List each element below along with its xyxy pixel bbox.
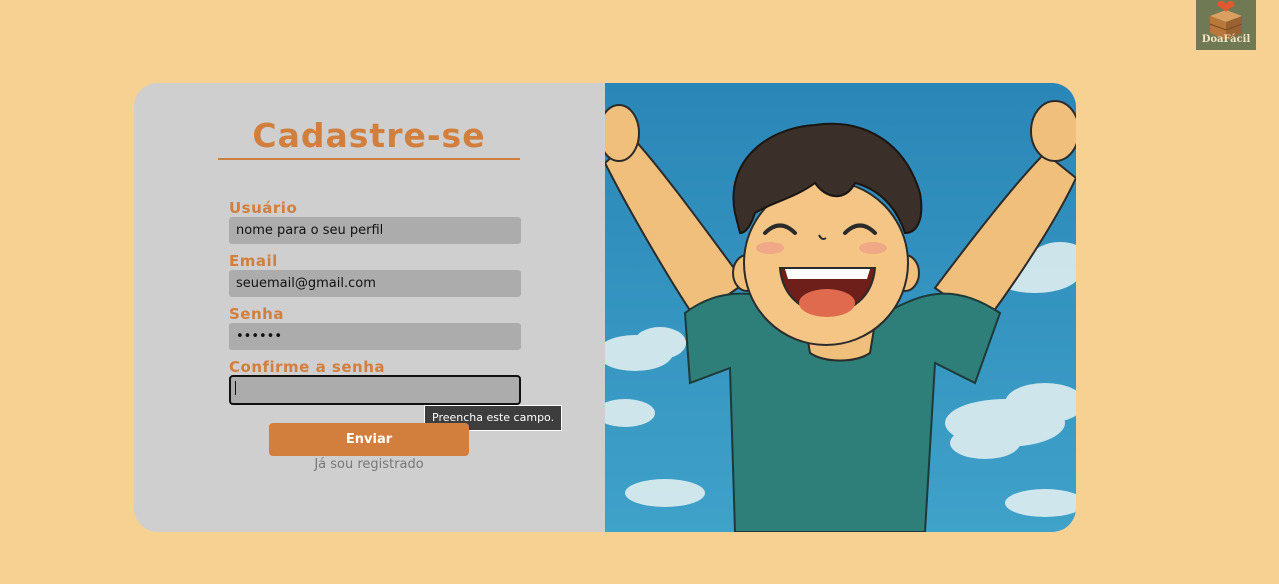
submit-button[interactable]: Enviar xyxy=(269,423,469,456)
signup-card: Cadastre-se Usuário Email Senha Confirme… xyxy=(134,83,1076,532)
title-underline xyxy=(218,158,520,160)
happy-boy-illustration xyxy=(595,83,1076,532)
logo-text: DoaFácil xyxy=(1201,34,1251,45)
password-label: Senha xyxy=(229,305,284,323)
doafacil-logo[interactable]: DoaFácil xyxy=(1196,0,1256,50)
email-input[interactable] xyxy=(229,270,521,297)
confirm-password-label: Confirme a senha xyxy=(229,358,386,376)
text-cursor xyxy=(235,381,236,395)
username-label: Usuário xyxy=(229,199,298,217)
password-input[interactable] xyxy=(229,323,521,350)
username-input[interactable] xyxy=(229,217,521,244)
already-registered-link[interactable]: Já sou registrado xyxy=(269,457,469,472)
email-label: Email xyxy=(229,252,278,270)
confirm-password-input[interactable] xyxy=(229,375,521,405)
signup-form: Cadastre-se Usuário Email Senha Confirme… xyxy=(134,83,605,532)
page-title: Cadastre-se xyxy=(252,116,486,155)
